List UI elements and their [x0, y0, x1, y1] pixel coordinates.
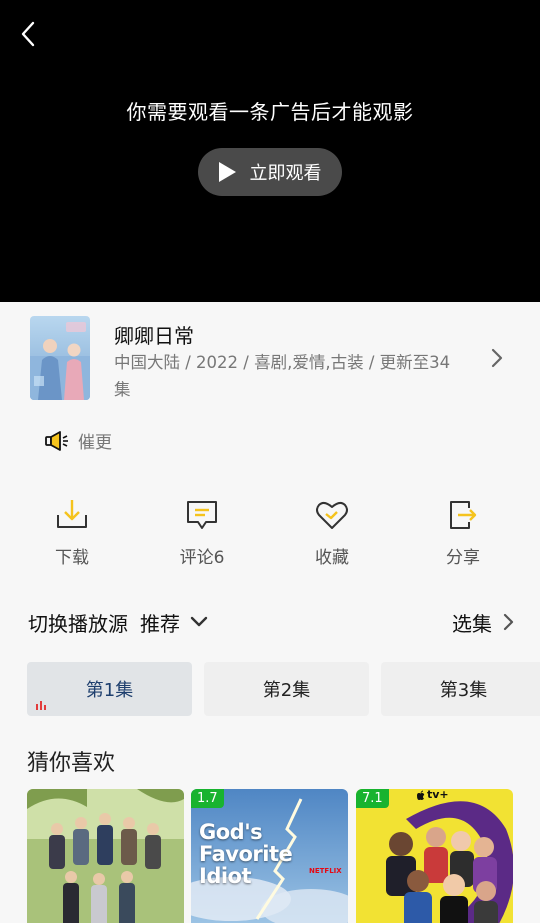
download-label: 下载 [55, 548, 89, 568]
appletv-label: tv+ [427, 789, 449, 801]
recommend-card-2[interactable]: 1.7 God's Favorite Idiot NETFLIX [191, 789, 348, 923]
episode-label: 第1集 [85, 680, 134, 701]
source-dropdown[interactable]: 推荐 [140, 608, 208, 637]
chevron-down-icon [190, 616, 208, 627]
appletv-badge: tv+ [416, 789, 449, 801]
comment-label: 评论6 [179, 548, 225, 568]
poster-title-text: God's Favorite Idiot [199, 820, 293, 888]
watch-now-button[interactable]: 立即观看 [198, 148, 342, 196]
select-episodes-label: 选集 [452, 611, 492, 636]
urge-update-button[interactable]: 催更 [44, 428, 112, 453]
watch-now-label: 立即观看 [249, 163, 322, 184]
episode-label: 第3集 [439, 680, 488, 701]
download-button[interactable]: 下载 [27, 497, 117, 568]
comment-button[interactable]: 评论6 [157, 497, 247, 568]
recommend-list: 1.7 God's Favorite Idiot NETFLIX 7.1 tv+ [27, 789, 540, 923]
switch-source-label: 切换播放源 [28, 611, 128, 636]
episode-item-1[interactable]: 第1集 [27, 662, 192, 716]
download-icon [57, 500, 87, 528]
source-row: 切换播放源 推荐 选集 [28, 606, 514, 638]
heart-icon [316, 501, 348, 529]
score-badge: 1.7 [191, 789, 224, 808]
recommend-poster-1 [27, 789, 184, 923]
apple-logo-icon [417, 790, 425, 800]
netflix-badge: NETFLIX [309, 867, 342, 875]
show-title: 卿卿日常 [114, 324, 194, 348]
score-badge: 7.1 [356, 789, 389, 808]
show-info[interactable]: 卿卿日常 中国大陆 / 2022 / 喜剧,爱情,古装 / 更新至34集 [0, 302, 540, 402]
favorite-label: 收藏 [315, 548, 349, 568]
chevron-right-icon[interactable] [488, 347, 506, 369]
recommend-title: 猜你喜欢 [27, 751, 116, 776]
source-value: 推荐 [140, 611, 180, 636]
recommend-card-1[interactable] [27, 789, 184, 923]
chevron-right-icon [503, 613, 514, 631]
play-icon [218, 162, 236, 182]
ad-required-message: 你需要观看一条广告后才能观影 [126, 100, 414, 124]
back-arrow-icon[interactable] [14, 18, 42, 50]
recommend-card-3[interactable]: 7.1 tv+ [356, 789, 513, 923]
episode-label: 第2集 [262, 680, 311, 701]
share-icon [450, 501, 477, 529]
show-poster [30, 316, 90, 400]
now-playing-icon [36, 701, 46, 710]
megaphone-icon [45, 430, 68, 451]
urge-update-label: 催更 [78, 433, 112, 453]
comment-icon [187, 501, 217, 529]
action-bar: 下载 评论6 收藏 分享 [0, 497, 540, 577]
select-episodes-button[interactable]: 选集 [452, 608, 514, 637]
share-button[interactable]: 分享 [418, 497, 508, 568]
episode-item-2[interactable]: 第2集 [204, 662, 369, 716]
episode-list: 第1集 第2集 第3集 [27, 662, 540, 718]
video-player[interactable]: 你需要观看一条广告后才能观影 立即观看 [0, 0, 540, 302]
favorite-button[interactable]: 收藏 [287, 497, 377, 568]
show-meta: 中国大陆 / 2022 / 喜剧,爱情,古装 / 更新至34集 [114, 353, 451, 399]
episode-item-3[interactable]: 第3集 [381, 662, 540, 716]
recommend-poster-3 [356, 789, 513, 923]
share-label: 分享 [446, 548, 480, 568]
